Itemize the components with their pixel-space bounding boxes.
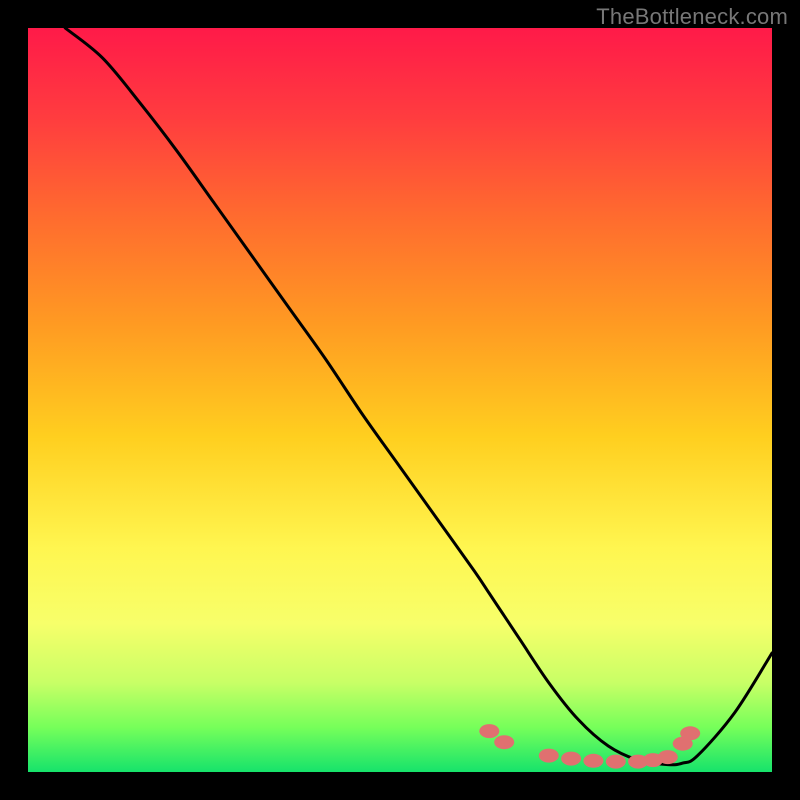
marker-dot	[628, 755, 648, 769]
marker-dot	[680, 726, 700, 740]
marker-dot	[606, 755, 626, 769]
chart-area	[28, 28, 772, 772]
marker-dot	[539, 749, 559, 763]
watermark-text: TheBottleneck.com	[596, 4, 788, 30]
marker-dot	[658, 750, 678, 764]
marker-dot	[643, 753, 663, 767]
marker-dot	[673, 737, 693, 751]
chart-curve	[65, 28, 772, 765]
chart-svg	[28, 28, 772, 772]
chart-markers	[479, 724, 700, 769]
marker-dot	[561, 752, 581, 766]
marker-dot	[479, 724, 499, 738]
marker-dot	[583, 754, 603, 768]
marker-dot	[494, 735, 514, 749]
